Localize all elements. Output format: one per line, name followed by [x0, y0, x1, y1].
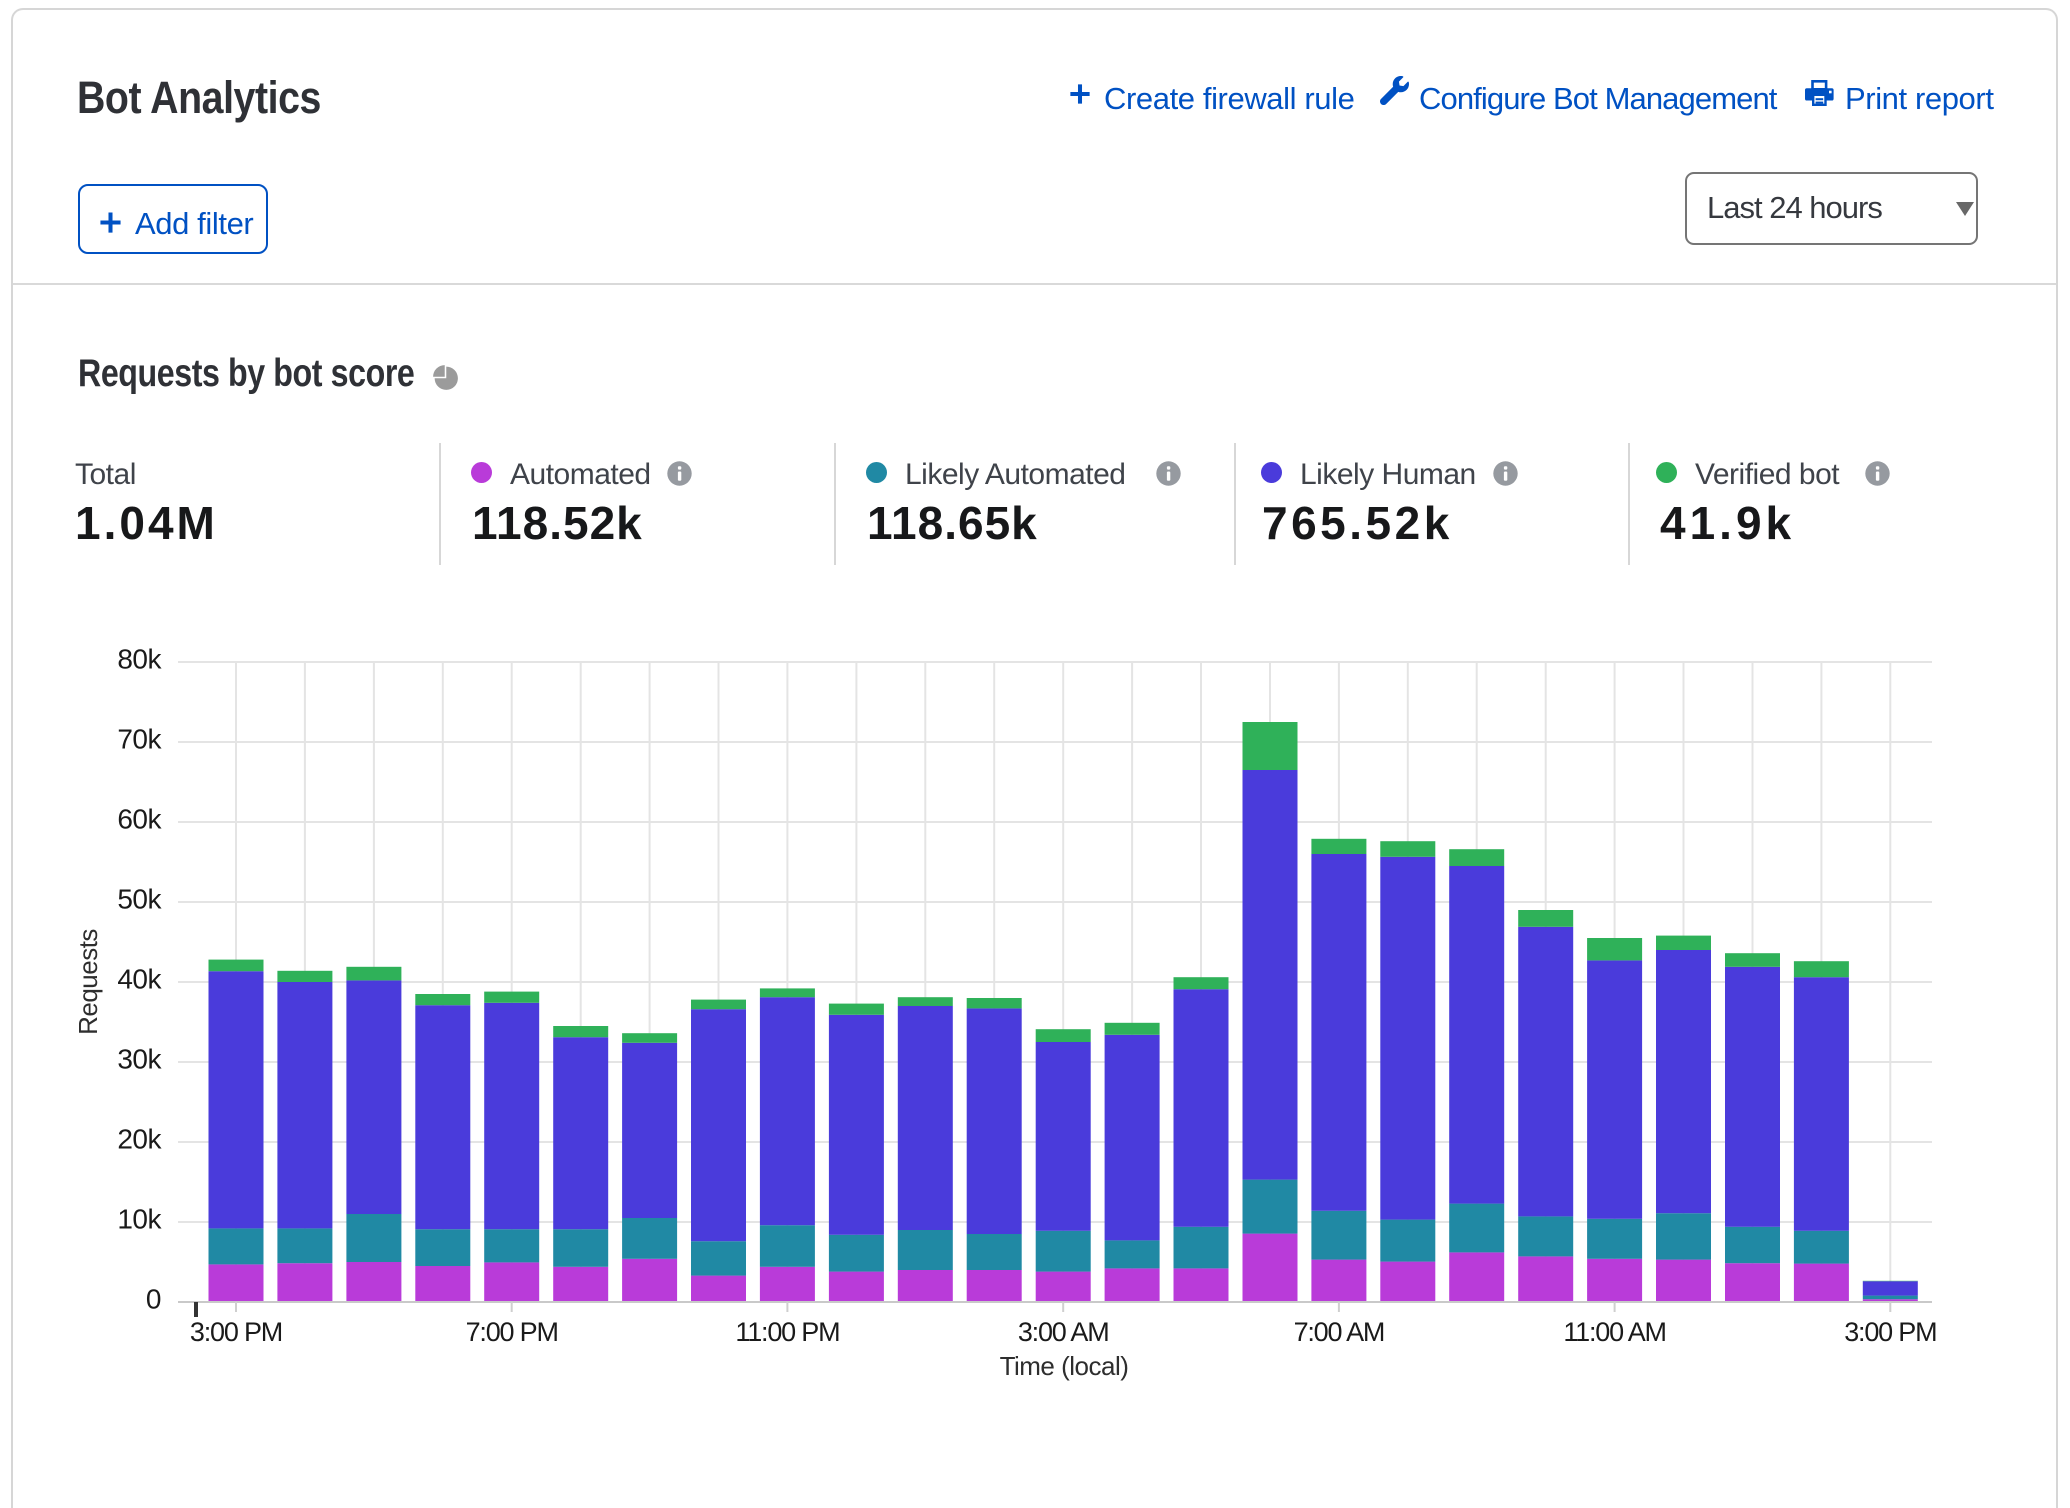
svg-text:0: 0 [146, 1284, 161, 1315]
svg-text:30k: 30k [117, 1044, 162, 1075]
svg-text:Requests: Requests [73, 929, 103, 1035]
svg-text:50k: 50k [117, 884, 162, 915]
svg-text:7:00 AM: 7:00 AM [1294, 1317, 1385, 1347]
svg-text:Time (local): Time (local) [1000, 1351, 1129, 1381]
svg-text:40k: 40k [117, 964, 162, 995]
svg-text:11:00 AM: 11:00 AM [1563, 1317, 1665, 1347]
svg-text:7:00 PM: 7:00 PM [466, 1317, 558, 1347]
svg-text:70k: 70k [117, 724, 162, 755]
svg-text:20k: 20k [117, 1124, 162, 1155]
svg-text:3:00 PM: 3:00 PM [190, 1317, 282, 1347]
svg-text:3:00 AM: 3:00 AM [1018, 1317, 1109, 1347]
svg-text:10k: 10k [117, 1204, 162, 1235]
svg-text:60k: 60k [117, 804, 162, 835]
svg-text:11:00 PM: 11:00 PM [735, 1317, 839, 1347]
svg-text:80k: 80k [117, 644, 162, 675]
svg-text:3:00 PM: 3:00 PM [1844, 1317, 1936, 1347]
